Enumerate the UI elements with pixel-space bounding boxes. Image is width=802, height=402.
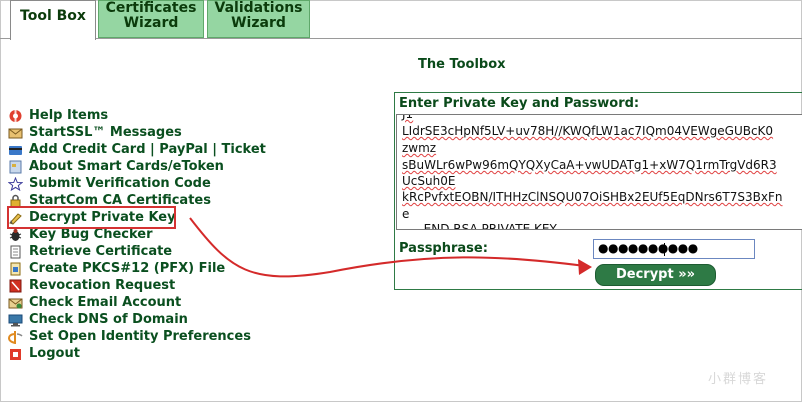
passphrase-label: Passphrase: (399, 241, 488, 256)
document-icon (10, 245, 21, 259)
openid-icon (8, 331, 23, 344)
menu-item-label: Submit Verification Code (29, 176, 211, 191)
menu-item-label: Logout (29, 346, 80, 361)
passphrase-input[interactable]: ●●●●●●●●●● (593, 239, 755, 259)
dns-icon (8, 314, 23, 327)
menu-item-label: Check DNS of Domain (29, 312, 188, 327)
menu-item-label: Set Open Identity Preferences (29, 329, 251, 344)
text-caret (664, 243, 665, 256)
decrypt-button[interactable]: Decrypt »» (595, 264, 716, 286)
bug-icon (9, 229, 22, 241)
menu-item-label: Create PKCS#12 (PFX) File (29, 261, 226, 276)
credit-card-icon (9, 146, 22, 155)
tab-label: Tool Box (20, 8, 86, 24)
tab-validations-wizard[interactable]: Validations Wizard (207, 0, 310, 38)
tab-label: Certificates Wizard (105, 0, 197, 31)
menu-item-label: Retrieve Certificate (29, 244, 173, 259)
watermark: 小群博客 (708, 372, 769, 387)
key-line: e (402, 207, 410, 221)
email-icon (8, 298, 23, 309)
menu-item-label: Add Credit Card | PayPal | Ticket (29, 142, 266, 157)
tab-bar: Tool Box Certificates Wizard Validations… (0, 0, 802, 40)
panel-title: Enter Private Key and Password: (399, 96, 640, 111)
logout-icon (10, 349, 21, 360)
key-line: sBuWLr6wPw96mQYQXyCaA+vwUDATg1+xW7Q1rmTr… (402, 158, 777, 172)
tab-label: Validations Wizard (214, 0, 303, 31)
private-key-textarea[interactable]: J1 LIdrSE3cHpNf5LV+uv78H//KWQfLW1ac7IQm0… (396, 114, 802, 230)
tab-divider (0, 38, 802, 39)
decrypt-key-panel: Enter Private Key and Password: J1 LIdrS… (394, 92, 802, 290)
key-line: kRcPvfxtEOBN/ITHHzClNSQU07OiSHBx2EUf5EqD… (402, 190, 783, 204)
key-line: zwmz (402, 141, 437, 155)
highlight-annotation (7, 206, 176, 229)
file-icon (10, 262, 21, 276)
envelope-icon (8, 128, 23, 139)
menu-item-label: Check Email Account (29, 295, 182, 310)
key-line: J1 (402, 114, 414, 121)
lifebuoy-icon (9, 110, 22, 122)
menu-item-label: Revocation Request (29, 278, 176, 293)
key-line: LIdrSE3cHpNf5LV+uv78H//KWQfLW1ac7IQm04VE… (402, 124, 774, 138)
revoke-icon (9, 279, 22, 293)
menu-item-label: Help Items (29, 108, 109, 123)
key-line: UcSuh0E (402, 174, 456, 188)
menu-item-label: About Smart Cards/eToken (29, 159, 224, 174)
menu-item-label: Key Bug Checker (29, 227, 153, 242)
page-title: The Toolbox (418, 57, 506, 72)
menu-item-label: StartSSL™ Messages (29, 125, 182, 140)
star-icon (8, 177, 23, 191)
passphrase-value: ●●●●●●●●●● (598, 241, 698, 255)
tab-tool-box[interactable]: Tool Box (10, 0, 96, 40)
tab-certificates-wizard[interactable]: Certificates Wizard (98, 0, 204, 38)
key-line: -----END RSA PRIVATE KEY----- (402, 222, 578, 230)
smart-card-icon (9, 160, 22, 174)
